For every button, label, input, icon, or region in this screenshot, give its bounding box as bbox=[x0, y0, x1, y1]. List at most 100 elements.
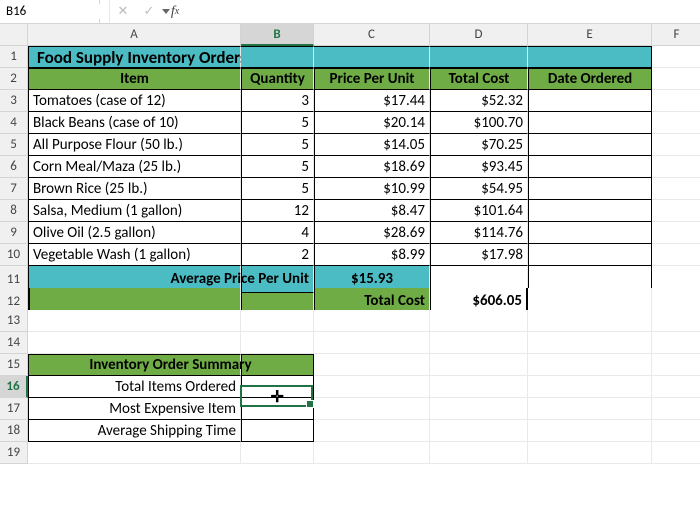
cell-D7[interactable]: $54.95 bbox=[430, 178, 528, 200]
cell-C9[interactable]: $28.69 bbox=[314, 222, 430, 244]
summary-row-2[interactable]: Average Shipping Time bbox=[28, 420, 241, 442]
cell-E4[interactable] bbox=[528, 112, 652, 134]
row-head-10[interactable]: 10 bbox=[0, 244, 28, 266]
cell-D4[interactable]: $100.70 bbox=[430, 112, 528, 134]
cell-A3[interactable]: Tomatoes (case of 12) bbox=[28, 90, 241, 112]
row-head-8[interactable]: 8 bbox=[0, 200, 28, 222]
cell-E7[interactable] bbox=[528, 178, 652, 200]
cell-F10[interactable] bbox=[652, 244, 700, 266]
cell-E3[interactable] bbox=[528, 90, 652, 112]
cell-F8[interactable] bbox=[652, 200, 700, 222]
cell-F2[interactable] bbox=[652, 68, 700, 90]
cell-A15[interactable]: Inventory Order Summary bbox=[28, 354, 241, 376]
cell-B8[interactable]: 12 bbox=[241, 200, 314, 222]
cell-A5[interactable]: All Purpose Flour (50 lb.) bbox=[28, 134, 241, 156]
cell-A6[interactable]: Corn Meal/Maza (25 lb.) bbox=[28, 156, 241, 178]
cell-B13[interactable] bbox=[241, 310, 314, 332]
cell-C1[interactable] bbox=[314, 46, 430, 68]
cell-F4[interactable] bbox=[652, 112, 700, 134]
cell-E6[interactable] bbox=[528, 156, 652, 178]
cell-D10[interactable]: $17.98 bbox=[430, 244, 528, 266]
cell-C6[interactable]: $18.69 bbox=[314, 156, 430, 178]
cell-C7[interactable]: $10.99 bbox=[314, 178, 430, 200]
cell-B1[interactable] bbox=[241, 46, 314, 68]
cell-F5[interactable] bbox=[652, 134, 700, 156]
cell-C15[interactable] bbox=[314, 354, 430, 376]
cell-F1[interactable] bbox=[652, 46, 700, 68]
cell-B6[interactable]: 5 bbox=[241, 156, 314, 178]
cell-C3[interactable]: $17.44 bbox=[314, 90, 430, 112]
row-head-3[interactable]: 3 bbox=[0, 90, 28, 112]
cell-A13[interactable] bbox=[28, 310, 241, 332]
cell-E17[interactable] bbox=[528, 398, 652, 420]
summary-row-1[interactable]: Most Expensive Item bbox=[28, 398, 241, 420]
cell-C18[interactable] bbox=[314, 420, 430, 442]
cell-E8[interactable] bbox=[528, 200, 652, 222]
cell-C2[interactable]: Price Per Unit bbox=[314, 68, 430, 90]
row-head-14[interactable]: 14 bbox=[0, 332, 28, 354]
cell-D9[interactable]: $114.76 bbox=[430, 222, 528, 244]
cell-B18[interactable] bbox=[241, 420, 314, 442]
row-head-18[interactable]: 18 bbox=[0, 420, 28, 442]
cell-D18[interactable] bbox=[430, 420, 528, 442]
cell-B7[interactable]: 5 bbox=[241, 178, 314, 200]
cell-B14[interactable] bbox=[241, 332, 314, 354]
row-head-6[interactable]: 6 bbox=[0, 156, 28, 178]
row-head-9[interactable]: 9 bbox=[0, 222, 28, 244]
cell-A10[interactable]: Vegetable Wash (1 gallon) bbox=[28, 244, 241, 266]
row-head-1[interactable]: 1 bbox=[0, 46, 28, 68]
cell-C14[interactable] bbox=[314, 332, 430, 354]
row-head-2[interactable]: 2 bbox=[0, 68, 28, 90]
cell-D3[interactable]: $52.32 bbox=[430, 90, 528, 112]
cell-E5[interactable] bbox=[528, 134, 652, 156]
cell-B16[interactable] bbox=[241, 376, 314, 398]
cell-F19[interactable] bbox=[652, 442, 700, 464]
cell-E19[interactable] bbox=[528, 442, 652, 464]
cell-E18[interactable] bbox=[528, 420, 652, 442]
cell-C19[interactable] bbox=[314, 442, 430, 464]
cell-D16[interactable] bbox=[430, 376, 528, 398]
row-head-19[interactable]: 19 bbox=[0, 442, 28, 464]
cell-B3[interactable]: 3 bbox=[241, 90, 314, 112]
select-all-corner[interactable] bbox=[0, 24, 28, 46]
row-head-5[interactable]: 5 bbox=[0, 134, 28, 156]
cell-F13[interactable] bbox=[652, 310, 700, 332]
cell-C5[interactable]: $14.05 bbox=[314, 134, 430, 156]
col-head-B[interactable]: B bbox=[241, 24, 314, 46]
cell-C10[interactable]: $8.99 bbox=[314, 244, 430, 266]
cell-E2[interactable]: Date Ordered bbox=[528, 68, 652, 90]
cell-D19[interactable] bbox=[430, 442, 528, 464]
cell-C16[interactable] bbox=[314, 376, 430, 398]
cell-A7[interactable]: Brown Rice (25 lb.) bbox=[28, 178, 241, 200]
col-head-D[interactable]: D bbox=[430, 24, 528, 46]
cell-B11[interactable]: Average Price Per Unit bbox=[241, 266, 314, 293]
cell-F6[interactable] bbox=[652, 156, 700, 178]
row-head-16[interactable]: 16 bbox=[0, 376, 28, 398]
cell-F7[interactable] bbox=[652, 178, 700, 200]
row-head-15[interactable]: 15 bbox=[0, 354, 28, 376]
formula-input[interactable] bbox=[188, 0, 700, 23]
cell-B5[interactable]: 5 bbox=[241, 134, 314, 156]
cell-A14[interactable] bbox=[28, 332, 241, 354]
cell-F3[interactable] bbox=[652, 90, 700, 112]
insert-function-icon[interactable]: fx bbox=[162, 0, 188, 23]
cell-A1[interactable]: Food Supply Inventory Orders (Non-Perish… bbox=[28, 46, 241, 68]
cell-F17[interactable] bbox=[652, 398, 700, 420]
cell-F16[interactable] bbox=[652, 376, 700, 398]
cell-A2[interactable]: Item bbox=[28, 68, 241, 90]
cell-C8[interactable]: $8.47 bbox=[314, 200, 430, 222]
cell-F14[interactable] bbox=[652, 332, 700, 354]
cell-E15[interactable] bbox=[528, 354, 652, 376]
cell-D2[interactable]: Total Cost bbox=[430, 68, 528, 90]
cell-B10[interactable]: 2 bbox=[241, 244, 314, 266]
cell-D13[interactable] bbox=[430, 310, 528, 332]
col-head-E[interactable]: E bbox=[528, 24, 652, 46]
cell-D15[interactable] bbox=[430, 354, 528, 376]
cell-B17[interactable] bbox=[241, 398, 314, 420]
cell-E13[interactable] bbox=[528, 310, 652, 332]
row-head-4[interactable]: 4 bbox=[0, 112, 28, 134]
cell-C4[interactable]: $20.14 bbox=[314, 112, 430, 134]
cell-E14[interactable] bbox=[528, 332, 652, 354]
col-head-F[interactable]: F bbox=[652, 24, 700, 46]
col-head-C[interactable]: C bbox=[314, 24, 430, 46]
